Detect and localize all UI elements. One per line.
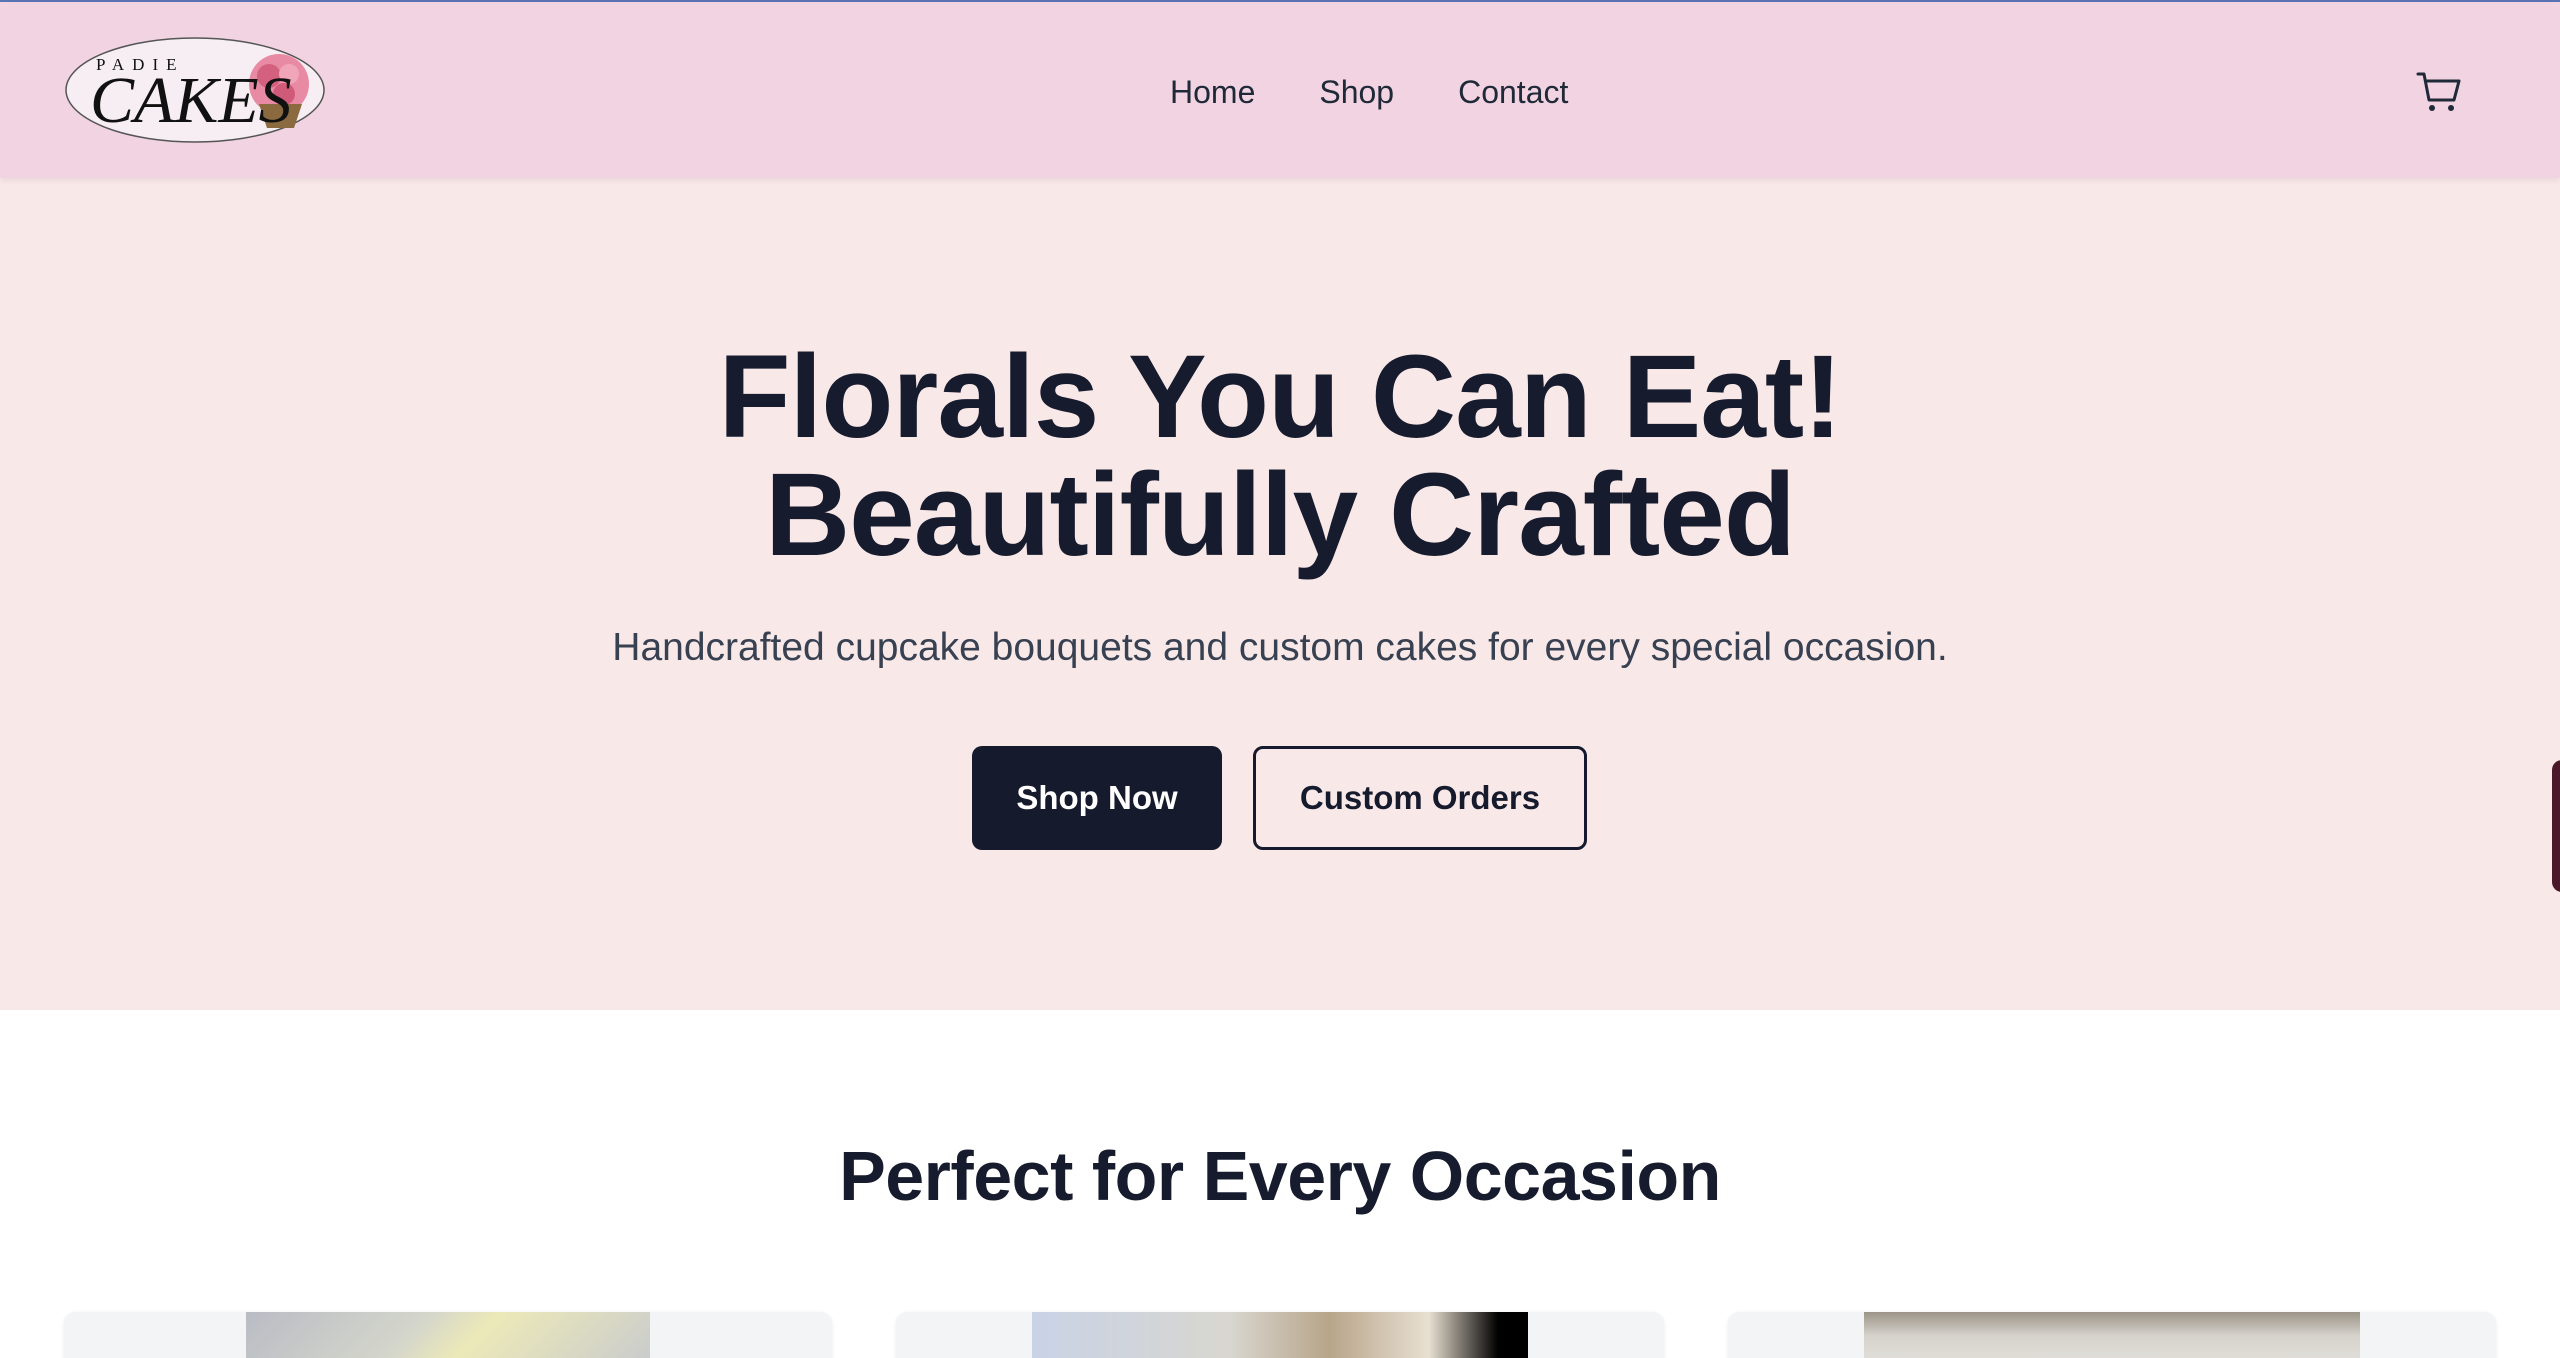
hero-title-line2: Beautifully Crafted xyxy=(764,449,1796,581)
cart-button[interactable] xyxy=(2416,70,2462,114)
page: PADIE CAKES Home Shop Contact Florals Yo… xyxy=(0,0,2560,1358)
occasion-card-image xyxy=(246,1312,650,1358)
shopping-cart-icon xyxy=(2416,72,2461,111)
nav-link-contact[interactable]: Contact xyxy=(1458,74,1568,111)
hero-section: Florals You Can Eat! Beautifully Crafted… xyxy=(0,178,2560,1010)
hero-title: Florals You Can Eat! Beautifully Crafted xyxy=(0,338,2560,574)
occasion-card[interactable] xyxy=(64,1312,832,1358)
occasion-card-image xyxy=(1032,1312,1528,1358)
side-feedback-tab[interactable] xyxy=(2552,760,2560,892)
nav-link-home[interactable]: Home xyxy=(1170,74,1255,111)
hero-subtitle: Handcrafted cupcake bouquets and custom … xyxy=(612,626,1948,669)
svg-text:CAKES: CAKES xyxy=(90,64,292,137)
occasion-card-image xyxy=(1864,1312,2360,1358)
shop-now-button[interactable]: Shop Now xyxy=(972,746,1222,850)
occasion-card[interactable] xyxy=(896,1312,1664,1358)
brand-logo[interactable]: PADIE CAKES xyxy=(64,36,326,144)
occasions-heading: Perfect for Every Occasion xyxy=(839,1137,1721,1215)
cupcake-logo-icon: PADIE CAKES xyxy=(65,37,325,143)
hero-title-line1: Florals You Can Eat! xyxy=(718,331,1842,463)
occasion-card[interactable] xyxy=(1728,1312,2496,1358)
main-nav: Home Shop Contact xyxy=(1170,68,1568,116)
custom-orders-button[interactable]: Custom Orders xyxy=(1253,746,1587,850)
nav-link-shop[interactable]: Shop xyxy=(1319,74,1394,111)
site-header: PADIE CAKES Home Shop Contact xyxy=(0,2,2560,178)
